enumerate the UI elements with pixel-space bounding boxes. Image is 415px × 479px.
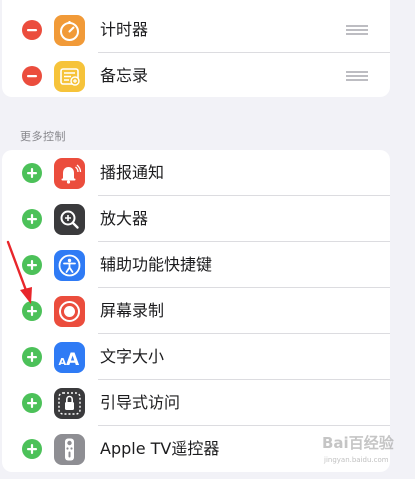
control-label: 播报通知 <box>100 163 165 182</box>
control-row-announce-notifications: 播报通知 <box>2 150 390 196</box>
accessibility-icon <box>54 250 85 281</box>
control-row-notes: 备忘录 <box>2 53 390 97</box>
control-row-text-size: AA 文字大小 <box>2 334 390 380</box>
control-row-magnifier: 放大器 <box>2 196 390 242</box>
svg-text:A: A <box>66 350 80 370</box>
screen-recording-icon <box>54 296 85 327</box>
control-label: Apple TV遥控器 <box>100 439 220 458</box>
control-label: 放大器 <box>100 209 149 228</box>
control-label: 备忘录 <box>100 66 149 85</box>
control-row-screen-recording: 屏幕录制 <box>2 288 390 334</box>
minus-icon <box>27 29 37 32</box>
watermark-text: Bai百经验 <box>322 434 394 452</box>
announce-notifications-icon <box>54 158 85 189</box>
magnifier-icon <box>54 204 85 235</box>
guided-access-icon <box>54 388 85 419</box>
add-guided-access-button[interactable] <box>22 393 42 413</box>
add-magnifier-button[interactable] <box>22 209 42 229</box>
control-label: 文字大小 <box>100 347 165 366</box>
annotation-arrow <box>6 240 32 304</box>
notes-icon <box>54 61 85 92</box>
reorder-handle-icon[interactable] <box>346 23 368 37</box>
add-announce-notifications-button[interactable] <box>22 163 42 183</box>
minus-icon <box>27 75 37 78</box>
control-label: 辅助功能快捷键 <box>100 255 213 274</box>
plus-icon <box>27 352 37 362</box>
section-header-more-controls: 更多控制 <box>20 130 66 143</box>
control-label: 引导式访问 <box>100 393 181 412</box>
add-text-size-button[interactable] <box>22 347 42 367</box>
watermark-subtext: jingyan.baidu.com <box>324 456 389 464</box>
plus-icon <box>27 444 37 454</box>
plus-icon <box>27 168 37 178</box>
control-row-accessibility-shortcut: 辅助功能快捷键 <box>2 242 390 288</box>
control-row-timer: 计时器 <box>2 7 390 53</box>
included-controls-list: 计时器 备忘录 <box>2 0 390 97</box>
timer-icon <box>54 15 85 46</box>
plus-icon <box>27 398 37 408</box>
remove-notes-button[interactable] <box>22 66 42 86</box>
control-label: 计时器 <box>100 20 149 39</box>
control-row-guided-access: 引导式访问 <box>2 380 390 426</box>
control-label: 屏幕录制 <box>100 301 165 320</box>
more-controls-list: 播报通知 放大器 辅助功能快捷键 屏幕录制 A A 文字大小 引导式访问 App… <box>2 150 390 472</box>
apple-tv-remote-icon <box>54 434 85 465</box>
plus-icon <box>27 214 37 224</box>
reorder-handle-icon[interactable] <box>346 69 368 83</box>
remove-timer-button[interactable] <box>22 20 42 40</box>
text-size-icon: AA <box>54 342 85 373</box>
watermark-logo: Bai百经验 jingyan.baidu.com <box>318 428 410 472</box>
add-apple-tv-remote-button[interactable] <box>22 439 42 459</box>
